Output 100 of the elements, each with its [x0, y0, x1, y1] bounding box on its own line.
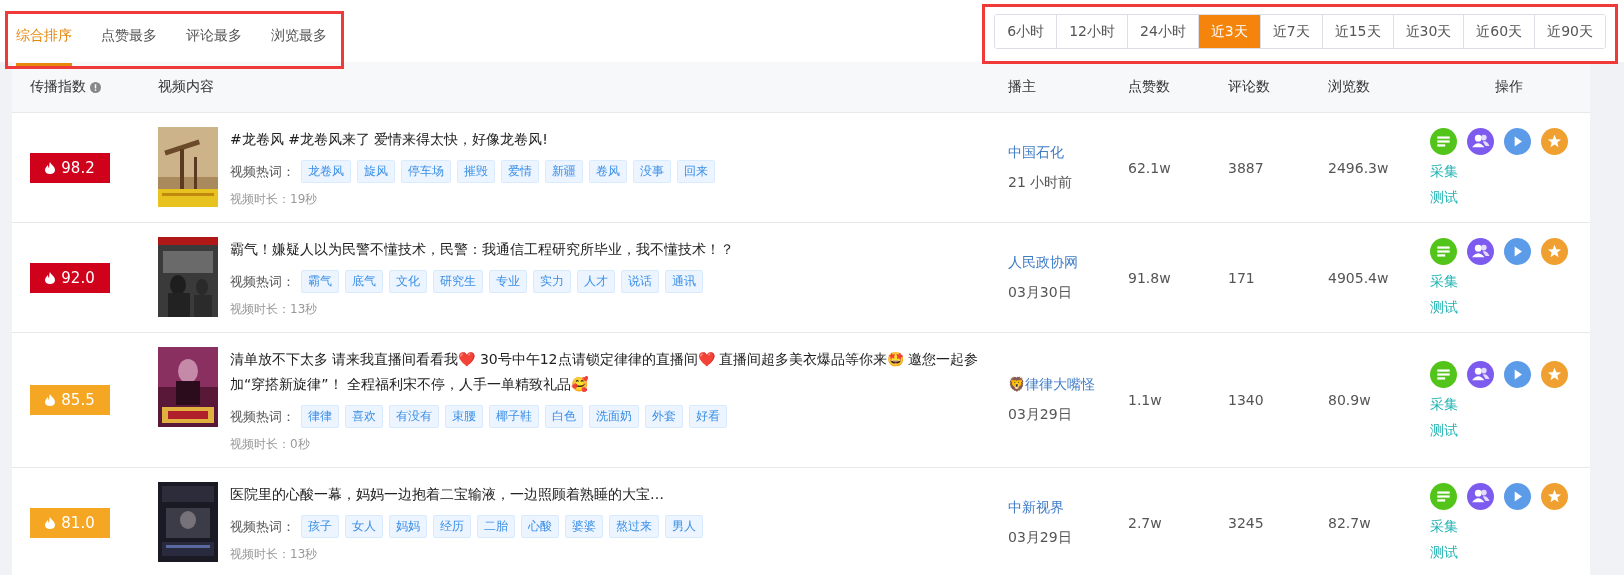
- play-icon[interactable]: [1504, 238, 1531, 265]
- keyword-tag[interactable]: 喜欢: [345, 405, 383, 428]
- keyword-tag[interactable]: 龙卷风: [301, 160, 351, 183]
- view-count: 82.7w: [1328, 514, 1371, 531]
- keyword-tag[interactable]: 女人: [345, 515, 383, 538]
- video-duration: 视频时长：13秒: [230, 546, 319, 563]
- list-icon[interactable]: [1430, 483, 1457, 510]
- video-title[interactable]: #龙卷风 #龙卷风来了 爱情来得太快，好像龙卷风!: [230, 127, 715, 152]
- users-icon[interactable]: [1467, 483, 1494, 510]
- users-icon[interactable]: [1467, 128, 1494, 155]
- author-link[interactable]: 🦁律律大嘴怪: [1008, 376, 1120, 394]
- keywords-label: 视频热词：: [230, 272, 295, 291]
- comment-count: 1340: [1228, 392, 1264, 408]
- comment-count: 3887: [1228, 159, 1264, 176]
- like-count: 91.8w: [1128, 269, 1171, 286]
- keyword-tag[interactable]: 妈妈: [389, 515, 427, 538]
- action-link[interactable]: 采集: [1430, 395, 1458, 414]
- sort-tab[interactable]: 浏览最多: [271, 14, 327, 66]
- action-link[interactable]: 测试: [1430, 421, 1458, 440]
- keyword-tag[interactable]: 卷风: [589, 160, 627, 183]
- keywords-label: 视频热词：: [230, 517, 295, 536]
- users-icon[interactable]: [1467, 360, 1494, 388]
- play-icon[interactable]: [1504, 128, 1531, 155]
- keyword-tag[interactable]: 律律: [301, 405, 339, 428]
- column-header: 评论数: [1228, 78, 1270, 96]
- score-value: 81.0: [61, 513, 95, 532]
- action-link[interactable]: 测试: [1430, 299, 1458, 317]
- sort-tab[interactable]: 评论最多: [186, 14, 242, 66]
- action-link[interactable]: 测试: [1430, 544, 1458, 562]
- score-value: 98.2: [61, 158, 95, 177]
- keyword-tag[interactable]: 婆婆: [565, 515, 603, 538]
- publish-time: 03月30日: [1008, 283, 1073, 302]
- keyword-tag[interactable]: 新疆: [545, 160, 583, 183]
- action-link[interactable]: 测试: [1430, 189, 1458, 207]
- list-icon[interactable]: [1430, 360, 1457, 388]
- keyword-tag[interactable]: 束腰: [445, 405, 483, 428]
- keyword-tag[interactable]: 回来: [677, 160, 715, 183]
- list-icon[interactable]: [1430, 238, 1457, 265]
- keyword-tag[interactable]: 说话: [621, 270, 659, 293]
- keyword-tag[interactable]: 实力: [533, 270, 571, 293]
- list-icon[interactable]: [1430, 128, 1457, 155]
- flame-icon: [45, 161, 56, 174]
- like-count: 62.1w: [1128, 159, 1171, 176]
- keyword-tag[interactable]: 爱情: [501, 160, 539, 183]
- keyword-tag[interactable]: 通讯: [665, 270, 703, 293]
- keyword-tag[interactable]: 外套: [645, 405, 683, 428]
- column-header: 视频内容: [158, 78, 214, 96]
- keyword-tag[interactable]: 二胎: [477, 515, 515, 538]
- play-icon[interactable]: [1504, 360, 1531, 388]
- keyword-tag[interactable]: 底气: [345, 270, 383, 293]
- author-link[interactable]: 中国石化: [1008, 143, 1120, 162]
- keyword-tag[interactable]: 椰子鞋: [489, 405, 539, 428]
- keyword-tag[interactable]: 旋风: [357, 160, 395, 183]
- author-link[interactable]: 中新视界: [1008, 498, 1120, 517]
- like-count: 1.1w: [1128, 392, 1162, 408]
- time-range-button[interactable]: 近90天: [1534, 15, 1605, 48]
- keyword-tag[interactable]: 研究生: [433, 270, 483, 293]
- keyword-tag[interactable]: 没事: [633, 160, 671, 183]
- flame-icon: [45, 271, 56, 284]
- play-icon[interactable]: [1504, 483, 1531, 510]
- like-count: 2.7w: [1128, 514, 1162, 531]
- keyword-tag[interactable]: 有没有: [389, 405, 439, 428]
- keyword-tag[interactable]: 停车场: [401, 160, 451, 183]
- users-icon[interactable]: [1467, 238, 1494, 265]
- time-range-button[interactable]: 近3天: [1197, 15, 1260, 48]
- publish-time: 03月29日: [1008, 528, 1073, 547]
- sort-tab[interactable]: 点赞最多: [101, 14, 157, 66]
- video-title[interactable]: 霸气！嫌疑人以为民警不懂技术，民警：我通信工程研究所毕业，我不懂技术！？: [230, 237, 734, 262]
- column-header: 点赞数: [1128, 78, 1170, 96]
- column-header: 播主: [1008, 78, 1036, 96]
- keyword-tag[interactable]: 孩子: [301, 515, 339, 538]
- action-link[interactable]: 采集: [1430, 273, 1458, 291]
- publish-time: 21 小时前: [1008, 173, 1074, 192]
- video-duration: 视频时长：0秒: [230, 436, 311, 453]
- keyword-tag[interactable]: 经历: [433, 515, 471, 538]
- keyword-tag[interactable]: 心酸: [521, 515, 559, 538]
- keyword-tag[interactable]: 人才: [577, 270, 615, 293]
- publish-time: 03月29日: [1008, 406, 1073, 424]
- info-icon[interactable]: [90, 81, 101, 93]
- comment-count: 3245: [1228, 514, 1264, 531]
- action-link[interactable]: 采集: [1430, 163, 1458, 181]
- column-header: 浏览数: [1328, 78, 1370, 96]
- score-value: 85.5: [61, 391, 95, 409]
- column-header: 传播指数: [30, 78, 86, 96]
- keyword-tag[interactable]: 文化: [389, 270, 427, 293]
- video-title[interactable]: 医院里的心酸一幕，妈妈一边抱着二宝输液，一边照顾着熟睡的大宝…: [230, 482, 703, 507]
- flame-icon: [45, 516, 56, 529]
- video-title[interactable]: 清单放不下太多 请来我直播间看看我❤ 30号中午12点请锁定律律的直播间❤ 直播间超多美衣爆品等你来🤩 邀您一起参加“穿搭新旋律”！ 全程福利宋不停，人手一单精致礼品🥰: [230, 347, 1000, 397]
- author-link[interactable]: 人民政协网: [1008, 253, 1120, 272]
- keyword-tag[interactable]: 男人: [665, 515, 703, 538]
- keyword-tag[interactable]: 熬过来: [609, 515, 659, 538]
- keywords-label: 视频热词：: [230, 162, 295, 181]
- keyword-tag[interactable]: 白色: [545, 405, 583, 428]
- keyword-tag[interactable]: 洗面奶: [589, 405, 639, 428]
- keyword-tag[interactable]: 专业: [489, 270, 527, 293]
- keyword-tag[interactable]: 霸气: [301, 270, 339, 293]
- keyword-tag[interactable]: 摧毁: [457, 160, 495, 183]
- keywords-label: 视频热词：: [230, 407, 295, 426]
- action-link[interactable]: 采集: [1430, 518, 1458, 536]
- keyword-tag[interactable]: 好看: [689, 405, 727, 428]
